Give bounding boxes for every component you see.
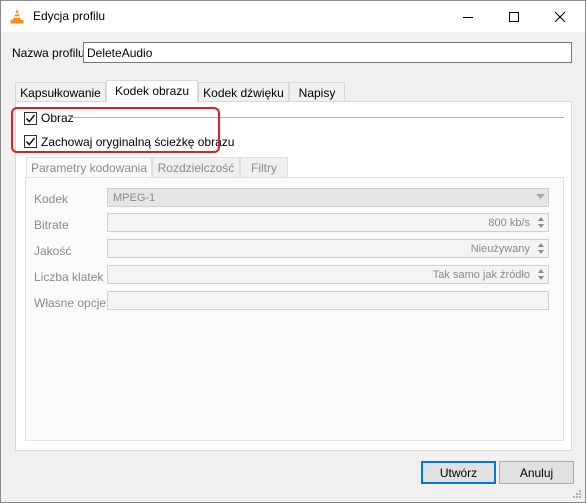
subtab-encoding-params[interactable]: Parametry kodowania (26, 157, 152, 178)
maximize-button[interactable] (491, 1, 537, 32)
video-enable-checkbox[interactable] (24, 112, 37, 125)
custom-options-input[interactable] (107, 291, 549, 310)
profile-name-label: Nazwa profilu (12, 46, 85, 60)
keep-original-checkbox[interactable] (24, 135, 37, 148)
bitrate-label: Bitrate (34, 218, 69, 232)
spin-arrows-icon[interactable] (536, 241, 546, 256)
framerate-spinbox[interactable]: Tak samo jak źródło (107, 265, 549, 284)
video-enable-label: Obraz (41, 111, 74, 125)
profile-name-input[interactable] (83, 42, 572, 63)
bitrate-value: 800 kb/s (488, 217, 530, 229)
close-icon (555, 11, 565, 22)
minimize-icon (463, 16, 473, 18)
close-button[interactable] (537, 1, 583, 32)
vlc-cone-icon (9, 8, 25, 25)
profile-edit-dialog: Edycja profilu Nazwa profilu Kapsułkowan… (0, 0, 586, 503)
quality-label: Jakość (34, 244, 72, 258)
framerate-value: Tak samo jak źródło (432, 269, 530, 281)
chevron-down-icon (536, 194, 545, 199)
tab-audio-codec[interactable]: Kodek dźwięku (198, 82, 289, 102)
codec-value: MPEG-1 (113, 192, 156, 204)
codec-select[interactable]: MPEG-1 (107, 188, 549, 207)
cancel-button[interactable]: Anuluj (499, 461, 574, 484)
create-button[interactable]: Utwórz (421, 461, 496, 484)
framerate-label: Liczba klatek (34, 270, 104, 284)
quality-spinbox[interactable]: Nieużywany (107, 239, 549, 258)
group-separator (70, 117, 564, 118)
subtab-filters[interactable]: Filtry (240, 157, 288, 177)
tab-subtitles[interactable]: Napisy (289, 82, 345, 102)
title-bar[interactable]: Edycja profilu (1, 1, 585, 32)
keep-original-label: Zachowaj oryginalną ścieżkę obrazu (41, 135, 235, 149)
maximize-icon (509, 11, 519, 22)
checkmark-icon (25, 137, 36, 146)
window-title: Edycja profilu (33, 9, 106, 23)
minimize-button[interactable] (445, 1, 491, 32)
spin-arrows-icon[interactable] (536, 215, 546, 230)
checkmark-icon (25, 114, 36, 123)
resize-grip-icon[interactable] (572, 489, 582, 499)
bitrate-spinbox[interactable]: 800 kb/s (107, 213, 549, 232)
tab-encapsulation[interactable]: Kapsułkowanie (15, 82, 106, 102)
subtab-resolution[interactable]: Rozdzielczość (152, 157, 240, 177)
spin-arrows-icon[interactable] (536, 267, 546, 282)
tab-video-codec[interactable]: Kodek obrazu (106, 80, 198, 103)
quality-value: Nieużywany (470, 243, 530, 255)
codec-label: Kodek (34, 192, 69, 206)
custom-options-label: Własne opcje (34, 296, 107, 310)
